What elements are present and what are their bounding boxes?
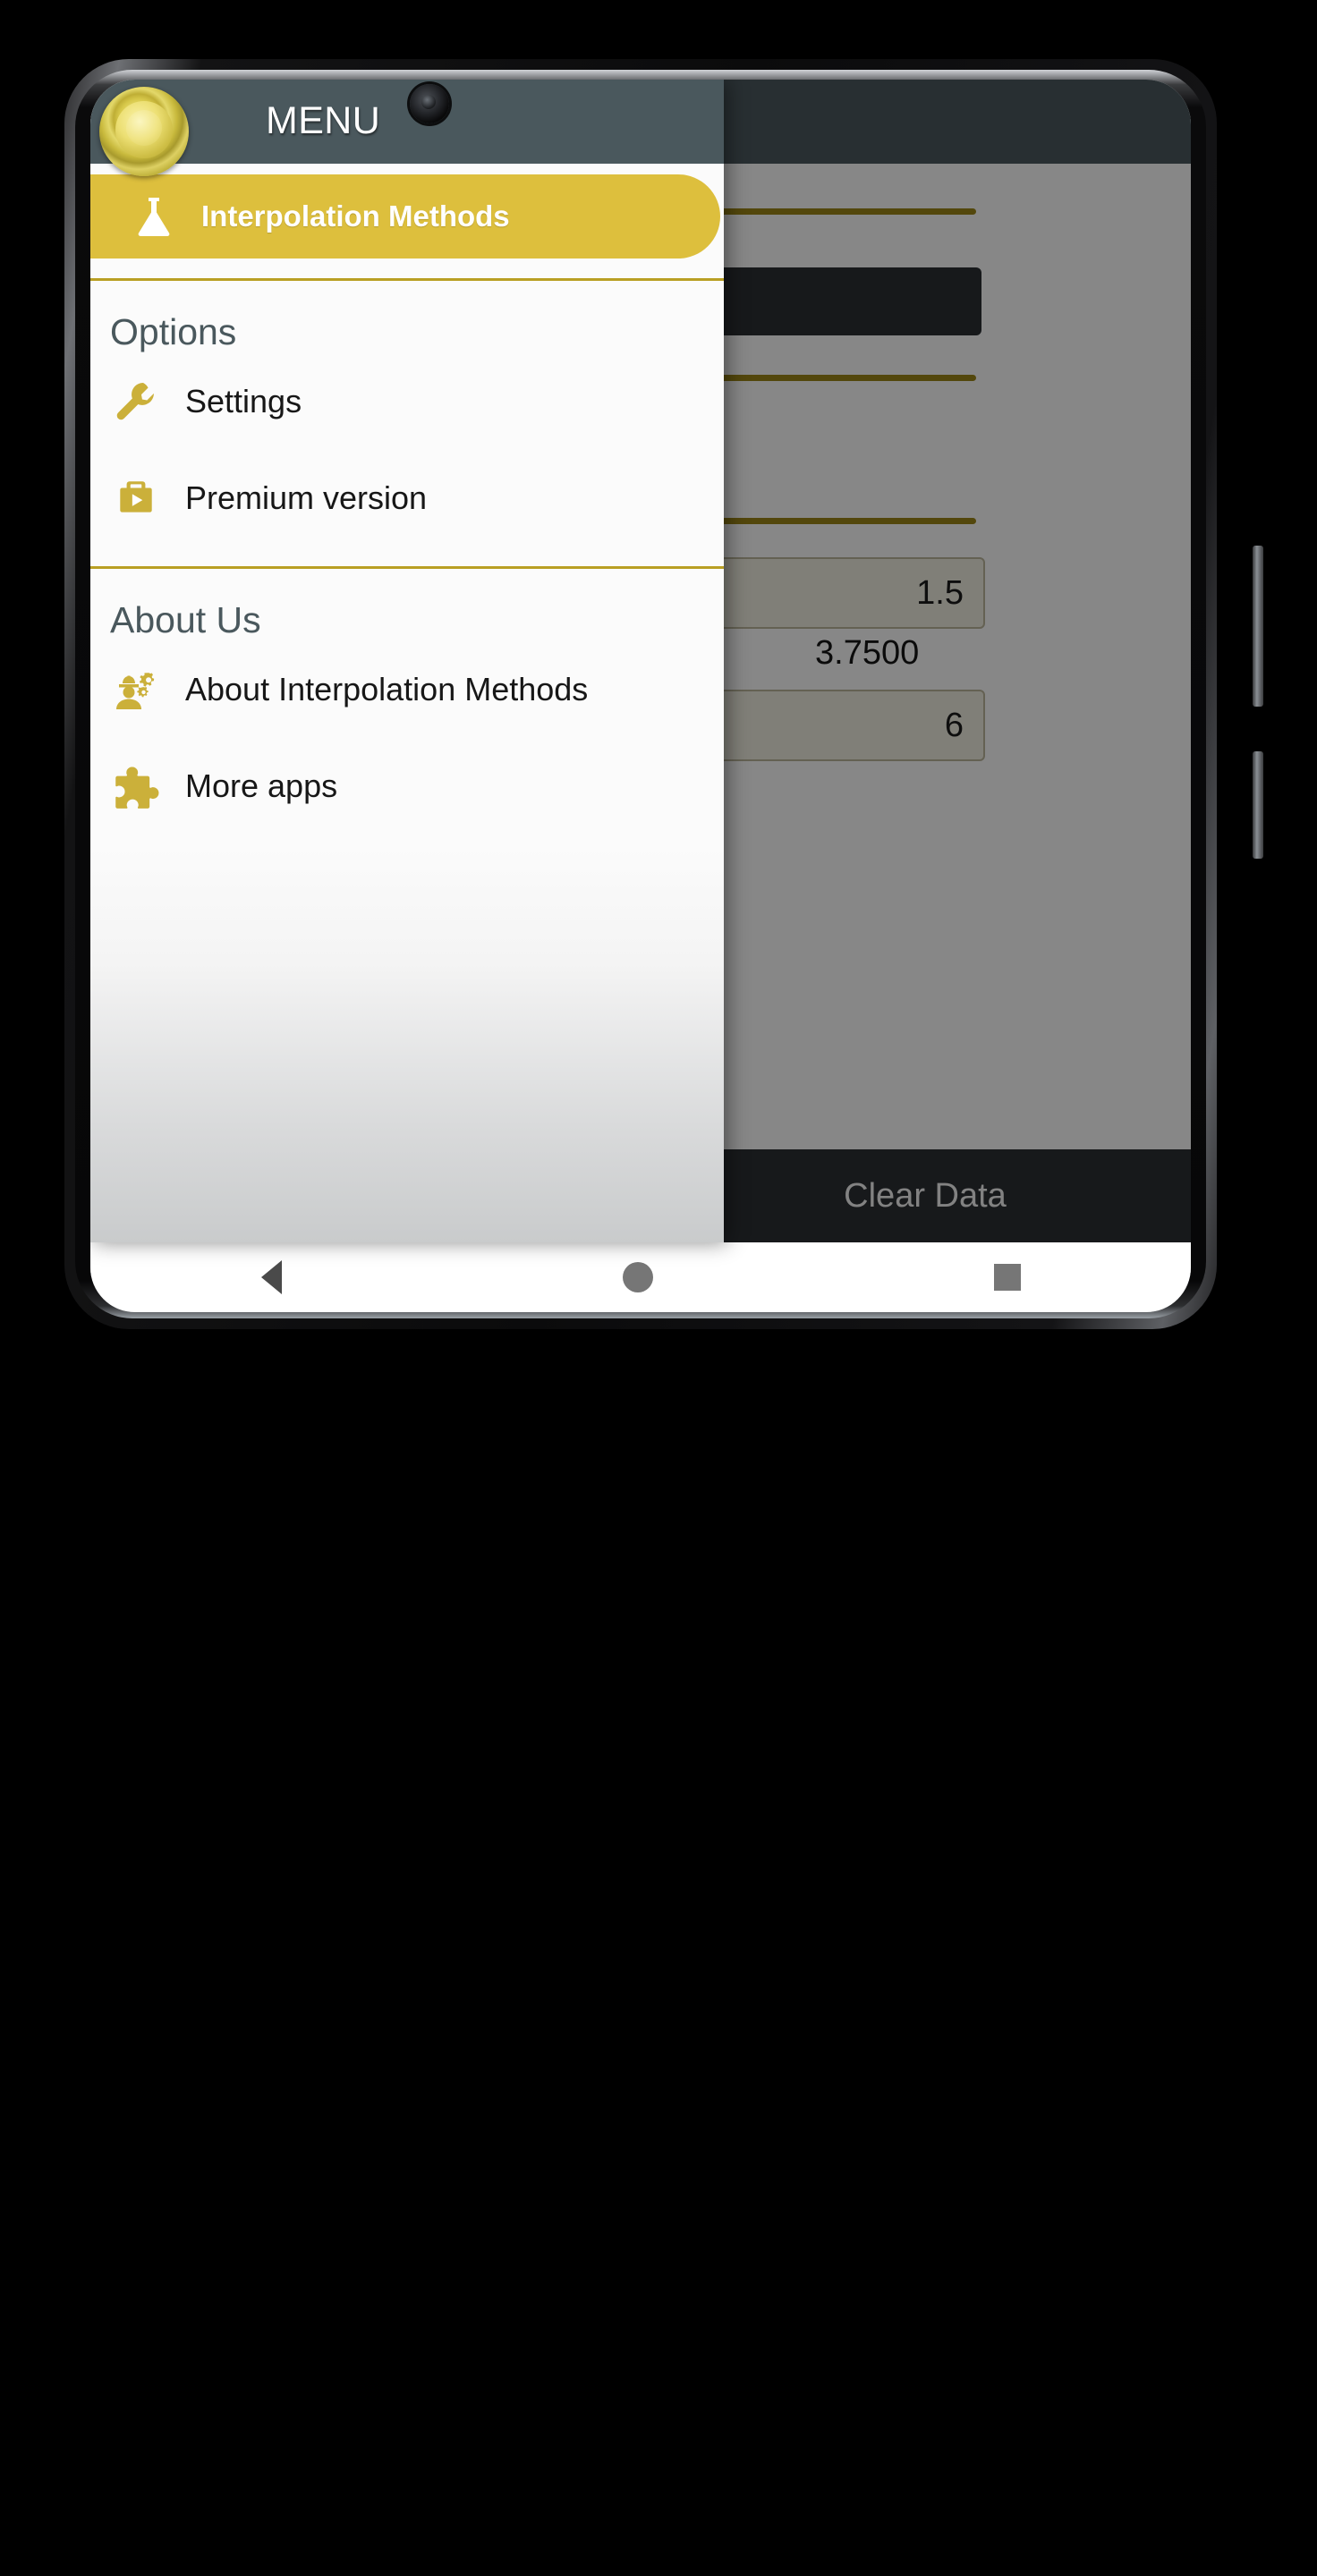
recents-square-icon[interactable] bbox=[993, 1264, 1021, 1291]
drawer-item-label: Interpolation Methods bbox=[201, 199, 510, 233]
drawer-item-about-interpolation-methods[interactable]: About Interpolation Methods bbox=[90, 641, 724, 738]
wrench-icon bbox=[110, 378, 162, 425]
volume-button[interactable] bbox=[1253, 546, 1263, 707]
power-button[interactable] bbox=[1253, 751, 1263, 859]
flask-icon bbox=[133, 196, 174, 237]
front-camera-punch-hole bbox=[410, 84, 449, 123]
drawer-item-interpolation-methods[interactable]: Interpolation Methods bbox=[90, 174, 720, 258]
app-logo-icon bbox=[99, 87, 189, 176]
drawer-item-more-apps[interactable]: More apps bbox=[90, 738, 724, 835]
drawer-section-title-about-us: About Us bbox=[110, 599, 261, 640]
drawer-item-settings[interactable]: Settings bbox=[90, 353, 724, 450]
drawer-item-label: Premium version bbox=[185, 479, 428, 516]
screenshot-root: ETHODS Bilineal y1 1.5 3.7500 6 bbox=[0, 0, 1317, 2576]
puzzle-piece-icon bbox=[110, 763, 162, 809]
drawer-title: MENU bbox=[266, 99, 381, 142]
shop-play-icon bbox=[110, 476, 162, 521]
drawer-item-label: More apps bbox=[185, 767, 338, 804]
home-circle-icon[interactable] bbox=[622, 1262, 653, 1292]
drawer-item-label: Settings bbox=[185, 383, 302, 419]
phone-screen: ETHODS Bilineal y1 1.5 3.7500 6 bbox=[90, 80, 1191, 1312]
system-navigation-bar bbox=[90, 1242, 1191, 1312]
back-triangle-icon[interactable] bbox=[260, 1260, 282, 1294]
drawer-item-premium-version[interactable]: Premium version bbox=[90, 450, 724, 547]
drawer-section-title-options: Options bbox=[110, 311, 237, 352]
selected-item-wrap: Interpolation Methods bbox=[90, 164, 724, 258]
engineer-gears-icon bbox=[110, 669, 162, 710]
drawer-item-label: About Interpolation Methods bbox=[185, 671, 589, 708]
navigation-drawer: MENU Interpolation Methods Options Setti… bbox=[90, 80, 724, 1242]
